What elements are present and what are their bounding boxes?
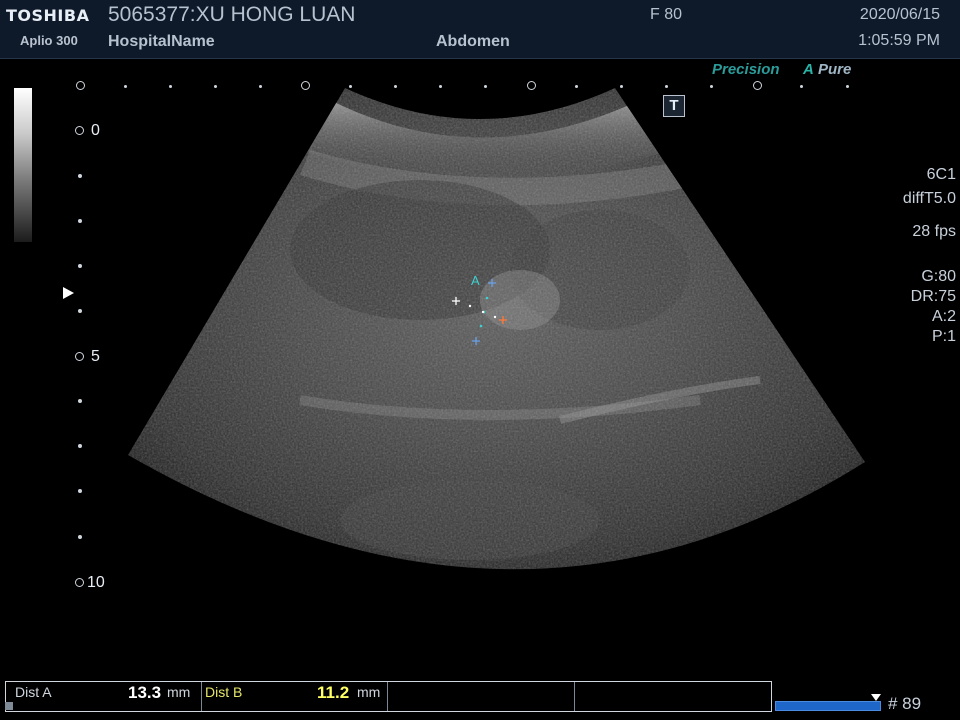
- depth-tick: [78, 489, 82, 493]
- dist-b-value: 11.2: [317, 683, 350, 702]
- fps-label: 28 fps: [912, 223, 956, 240]
- top-tick: [349, 85, 352, 88]
- focus-marker-icon[interactable]: [63, 287, 74, 299]
- top-tick: [665, 85, 668, 88]
- status-square: [5, 702, 13, 710]
- apure-label: Pure: [818, 61, 852, 78]
- preset-label: diffT5.0: [902, 190, 956, 207]
- cine-position-marker-icon[interactable]: [871, 694, 881, 701]
- top-tick: [439, 85, 442, 88]
- top-tick: [214, 85, 217, 88]
- top-major-tick: [76, 81, 85, 90]
- measurement-cell-b[interactable]: Dist B 11.2 mm: [201, 682, 388, 711]
- top-tick: [259, 85, 262, 88]
- dist-a-unit: mm: [167, 684, 191, 700]
- depth-tick: [78, 264, 82, 268]
- cine-frame-count: # 89: [888, 694, 922, 713]
- top-tick: [394, 85, 397, 88]
- dynamic-range-label: DR:75: [910, 288, 956, 305]
- measurement-cell-a[interactable]: Dist A 13.3 mm: [6, 682, 202, 711]
- dist-b-unit: mm: [357, 684, 381, 700]
- depth-tick: [78, 219, 82, 223]
- apure-a-label: A: [803, 61, 814, 78]
- depth-label-5: 5: [91, 348, 100, 365]
- depth-major-tick: [75, 126, 84, 135]
- top-tick: [575, 85, 578, 88]
- top-major-tick: [753, 81, 762, 90]
- depth-tick: [78, 309, 82, 313]
- depth-label-0: 0: [91, 122, 100, 139]
- top-tick: [710, 85, 713, 88]
- top-tick: [620, 85, 623, 88]
- grayscale-bar: [14, 88, 32, 242]
- top-tick: [169, 85, 172, 88]
- depth-tick: [78, 399, 82, 403]
- a-setting-label: A:2: [931, 308, 956, 325]
- top-tick: [484, 85, 487, 88]
- top-tick: [800, 85, 803, 88]
- top-tick: [846, 85, 849, 88]
- t-button-icon[interactable]: T: [663, 95, 685, 117]
- top-major-tick: [301, 81, 310, 90]
- p-setting-label: P:1: [931, 328, 956, 345]
- gain-label: G:80: [921, 268, 956, 285]
- ultrasound-image[interactable]: A: [0, 0, 960, 720]
- precision-label: Precision: [712, 61, 780, 78]
- depth-tick: [78, 444, 82, 448]
- top-major-tick: [527, 81, 536, 90]
- dist-b-label: Dist B: [205, 684, 243, 700]
- caliper-a-label: A: [471, 273, 480, 288]
- probe-label: 6C1: [926, 166, 956, 183]
- depth-label-10: 10: [87, 574, 105, 591]
- measurement-cell-empty: [387, 682, 575, 711]
- top-tick: [124, 85, 127, 88]
- dist-a-value: 13.3: [128, 683, 162, 702]
- measurement-cell-empty: [574, 682, 770, 711]
- cine-progress-bar[interactable]: [775, 701, 881, 711]
- measurement-bar: Dist A 13.3 mm Dist B 11.2 mm: [5, 681, 772, 712]
- depth-tick: [78, 174, 82, 178]
- depth-tick: [78, 535, 82, 539]
- depth-major-tick: [75, 352, 84, 361]
- dist-a-label: Dist A: [15, 684, 52, 700]
- depth-major-tick: [75, 578, 84, 587]
